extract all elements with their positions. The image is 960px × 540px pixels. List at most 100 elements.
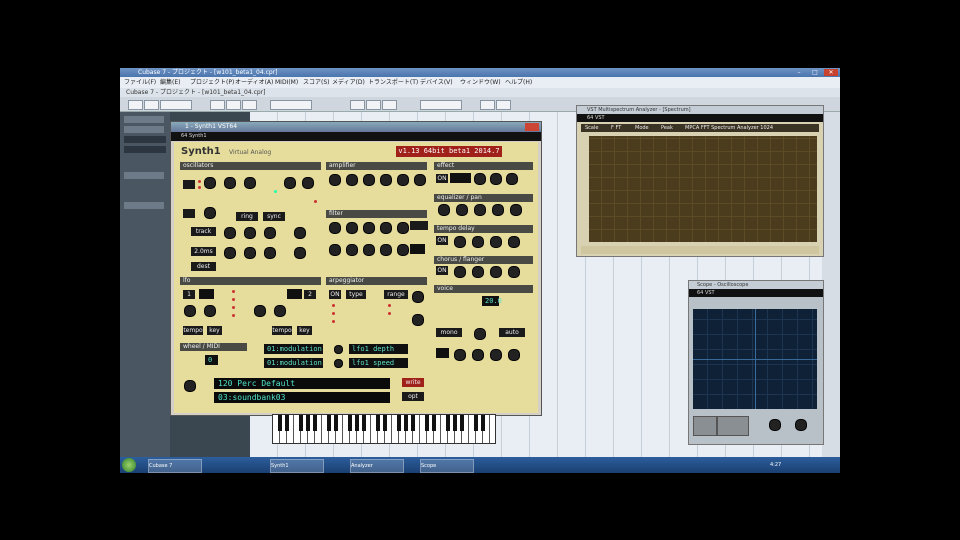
piano-keyboard[interactable] <box>272 414 496 444</box>
sync-button[interactable]: sync <box>263 212 285 221</box>
black-key[interactable] <box>411 415 415 431</box>
toolbar-button[interactable] <box>160 100 192 110</box>
inspector-row[interactable] <box>124 202 164 209</box>
amp-gain-knob[interactable] <box>397 174 409 186</box>
start-button[interactable] <box>122 458 136 472</box>
toolbar-button[interactable] <box>144 100 159 110</box>
inspector-row[interactable] <box>124 126 164 133</box>
scope-gain-knob[interactable] <box>769 419 781 431</box>
black-key[interactable] <box>404 415 408 431</box>
dest-button[interactable]: dest <box>191 262 216 271</box>
black-key[interactable] <box>299 415 303 431</box>
black-key[interactable] <box>376 415 380 431</box>
bank-name-display[interactable]: 03:soundbank03 <box>214 392 390 403</box>
arp-gate-knob[interactable] <box>412 314 424 326</box>
midi-assign-1[interactable]: 01:modulation <box>264 344 323 354</box>
voice-mono-button[interactable]: mono <box>436 328 462 337</box>
inspector-row[interactable] <box>124 136 166 143</box>
menu-transport[interactable]: トランスポート(T) <box>368 78 418 87</box>
write-button[interactable]: write <box>402 378 424 387</box>
lfo2-speed-knob[interactable] <box>274 305 286 317</box>
black-key[interactable] <box>355 415 359 431</box>
delay-time-knob[interactable] <box>454 236 466 248</box>
filter-s-knob[interactable] <box>363 222 375 234</box>
ring-button[interactable]: ring <box>236 212 258 221</box>
taskbar-item[interactable]: Scope <box>420 459 474 473</box>
eq-freq-knob[interactable] <box>456 204 468 216</box>
black-key[interactable] <box>348 415 352 431</box>
osc-tune-knob[interactable] <box>294 227 306 239</box>
patch-name-display[interactable]: 120 Perc Default <box>214 378 390 389</box>
amp-decay-knob[interactable] <box>346 174 358 186</box>
inspector-row[interactable] <box>124 172 164 179</box>
voice-unison-knob[interactable] <box>454 349 466 361</box>
arp-beat-knob[interactable] <box>412 291 424 303</box>
osc1-select[interactable] <box>183 180 195 189</box>
delay-spread-knob[interactable] <box>472 236 484 248</box>
lfo2-tempo-button[interactable]: tempo <box>272 326 292 335</box>
vertical-scrollbar[interactable] <box>822 112 840 457</box>
effect-level-knob[interactable] <box>506 173 518 185</box>
black-key[interactable] <box>327 415 331 431</box>
lfo2-dest-select[interactable]: 2 <box>304 290 316 299</box>
toolbar-button[interactable] <box>496 100 511 110</box>
filter-amt-knob[interactable] <box>397 222 409 234</box>
osc1-fm-knob[interactable] <box>224 177 236 189</box>
black-key[interactable] <box>285 415 289 431</box>
osc2-fine-knob[interactable] <box>302 177 314 189</box>
toolbar-button[interactable] <box>480 100 495 110</box>
osc-sub-knob[interactable] <box>264 227 276 239</box>
arp-range-button[interactable]: range <box>384 290 408 299</box>
lfo2-depth-knob[interactable] <box>254 305 266 317</box>
black-key[interactable] <box>446 415 450 431</box>
inspector-row[interactable] <box>124 116 164 123</box>
synth1-title-bar[interactable]: 1 - Synth1 VST64 <box>171 122 541 132</box>
scope-control[interactable] <box>717 416 749 436</box>
black-key[interactable] <box>383 415 387 431</box>
close-button[interactable]: ✕ <box>824 69 838 76</box>
toolbar-button[interactable] <box>270 100 312 110</box>
lfo1-dest-select[interactable]: 1 <box>183 290 195 299</box>
voice-spread-knob[interactable] <box>490 349 502 361</box>
menu-midi[interactable]: MIDI(M) <box>275 78 298 87</box>
filter-res-knob[interactable] <box>346 244 358 256</box>
chorus-level-knob[interactable] <box>508 266 520 278</box>
filter-r-knob[interactable] <box>380 222 392 234</box>
maximize-button[interactable]: □ <box>808 69 822 76</box>
eq-tone-knob[interactable] <box>438 204 450 216</box>
toolbar-button[interactable] <box>350 100 365 110</box>
delay-level-knob[interactable] <box>508 236 520 248</box>
analyzer-peak-label[interactable]: Peak <box>661 124 673 132</box>
black-key[interactable] <box>425 415 429 431</box>
lfo2-key-button[interactable]: key <box>297 326 312 335</box>
amp-vel-knob[interactable] <box>414 174 426 186</box>
osc1-wave-knob[interactable] <box>204 177 216 189</box>
opt-button[interactable]: opt <box>402 392 424 401</box>
eq-level-knob[interactable] <box>492 204 504 216</box>
lfo1-key-button[interactable]: key <box>207 326 222 335</box>
toolbar-button[interactable] <box>210 100 225 110</box>
osc1-det-knob[interactable] <box>244 177 256 189</box>
effect-ctrl1-knob[interactable] <box>474 173 486 185</box>
effect-ctrl2-knob[interactable] <box>490 173 502 185</box>
amp-release-knob[interactable] <box>380 174 392 186</box>
filter-freq-knob[interactable] <box>329 244 341 256</box>
mod-env-amount[interactable]: 2.0ms <box>191 247 216 256</box>
midi-assign-4[interactable]: lfo1 speed <box>349 358 408 368</box>
black-key[interactable] <box>334 415 338 431</box>
black-key[interactable] <box>397 415 401 431</box>
portamento-auto-button[interactable]: auto <box>499 328 525 337</box>
chorus-time-knob[interactable] <box>454 266 466 278</box>
black-key[interactable] <box>453 415 457 431</box>
toolbar-button[interactable] <box>128 100 143 110</box>
osc2-select[interactable] <box>183 209 195 218</box>
midi-assign-3[interactable]: lfo1 depth <box>349 344 408 354</box>
lfo1-speed-knob[interactable] <box>204 305 216 317</box>
black-key[interactable] <box>306 415 310 431</box>
amp-attack-knob[interactable] <box>329 174 341 186</box>
filter-kbd-knob[interactable] <box>380 244 392 256</box>
menu-help[interactable]: ヘルプ(H) <box>505 78 532 87</box>
osc-pw-knob[interactable] <box>224 227 236 239</box>
black-key[interactable] <box>432 415 436 431</box>
mod-env-a-knob[interactable] <box>224 247 236 259</box>
